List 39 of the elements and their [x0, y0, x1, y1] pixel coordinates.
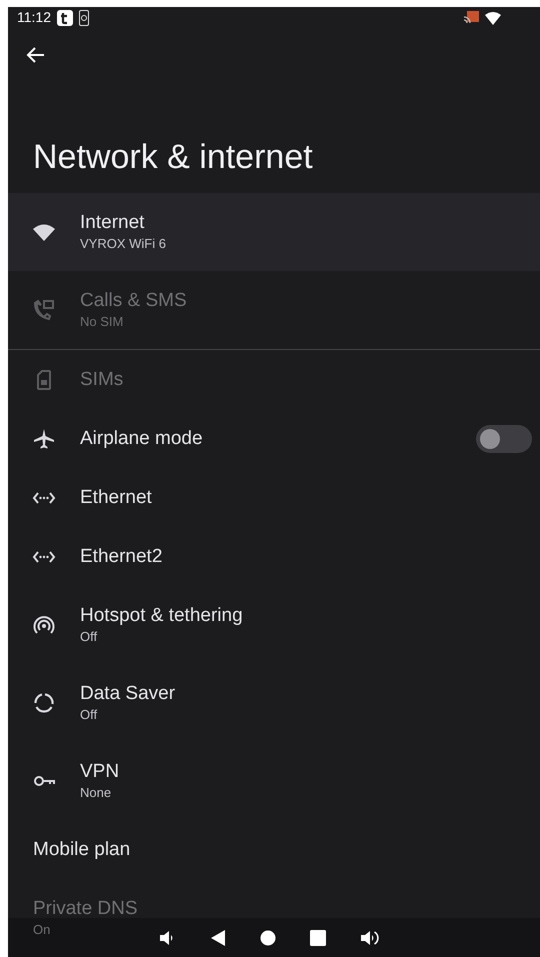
settings-item[interactable]: Ethernet2	[8, 527, 182, 586]
item-subtitle: No SIM	[80, 313, 124, 331]
settings-item[interactable]: Airplane mode	[8, 409, 540, 468]
app-notification-icon	[57, 10, 73, 26]
phone-message-icon	[32, 298, 56, 322]
toggle-switch[interactable]	[476, 424, 532, 452]
status-time: 11:12	[17, 8, 51, 27]
item-title: SIMs	[80, 368, 124, 392]
item-title: Internet	[80, 211, 146, 235]
item-title: Calls & SMS	[80, 289, 187, 313]
item-title: Data Saver	[80, 682, 176, 706]
wifi-icon	[485, 10, 501, 24]
item-subtitle: None	[80, 784, 112, 802]
item-title: Airplane mode	[80, 426, 204, 450]
settings-item[interactable]: Mobile plan	[8, 820, 150, 879]
back-icon[interactable]	[210, 928, 226, 946]
settings-item[interactable]: Hotspot & tethering Off	[8, 586, 263, 664]
item-title: Mobile plan	[33, 838, 130, 862]
data-saver-icon	[32, 691, 56, 715]
item-title: Ethernet2	[80, 544, 162, 568]
item-subtitle: Off	[80, 628, 98, 646]
cast-icon	[464, 11, 479, 24]
settings-item[interactable]: VPN None	[8, 742, 140, 820]
item-title: VPN	[80, 760, 120, 784]
item-title: Private DNS	[33, 897, 138, 921]
item-title: Ethernet	[80, 486, 152, 510]
volume-up-icon[interactable]	[360, 928, 380, 946]
settings-item[interactable]: Internet VYROX WiFi 6	[8, 193, 540, 271]
item-subtitle: On	[33, 921, 50, 939]
back-arrow-icon	[26, 44, 46, 65]
settings-item[interactable]: Data Saver Off	[8, 664, 196, 742]
page-title: Network & internet	[33, 137, 313, 178]
item-title: Hotspot & tethering	[80, 604, 243, 628]
home-icon[interactable]	[260, 930, 276, 946]
item-subtitle: Off	[80, 706, 98, 724]
settings-item[interactable]: Ethernet	[8, 468, 172, 527]
item-subtitle: VYROX WiFi 6	[80, 235, 166, 253]
phone-app-icon	[79, 10, 89, 26]
recents-icon[interactable]	[310, 930, 326, 946]
